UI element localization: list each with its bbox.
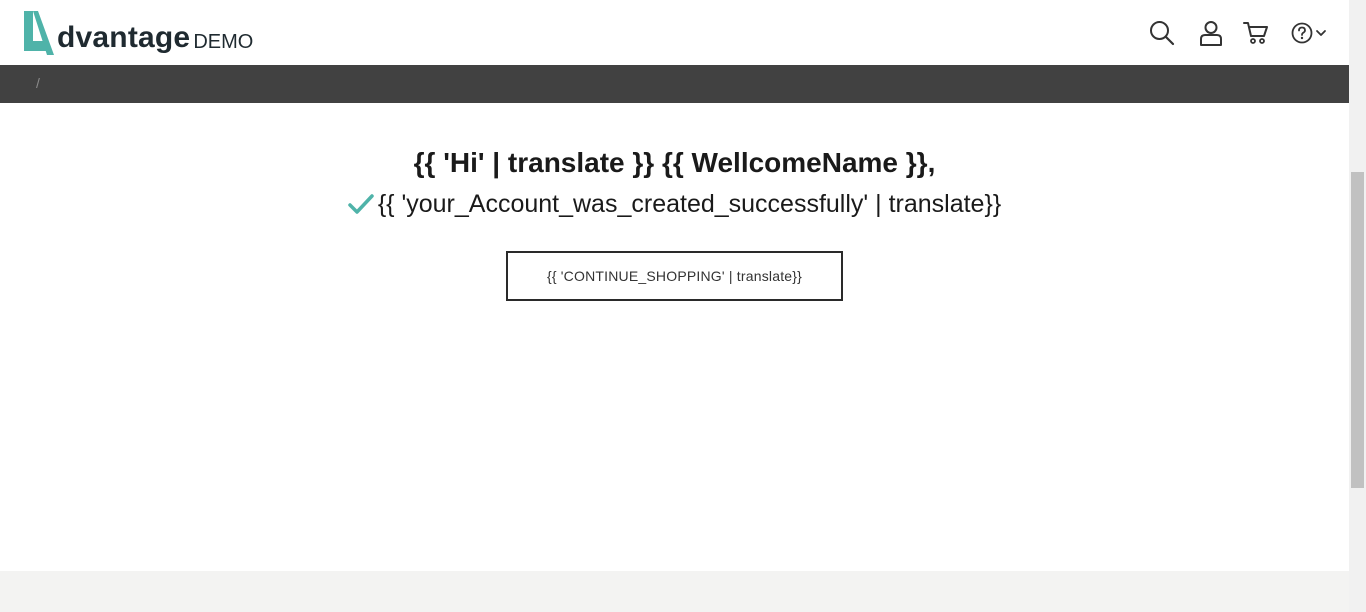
help-menu[interactable] xyxy=(1291,22,1327,44)
success-message-row: {{ 'your_Account_was_created_successfull… xyxy=(0,187,1349,221)
check-icon xyxy=(348,194,374,214)
success-message: {{ 'your_Account_was_created_successfull… xyxy=(377,190,1002,218)
user-icon[interactable] xyxy=(1199,20,1223,46)
logo-suffix: DEMO xyxy=(193,31,254,53)
header: dvantage DEMO xyxy=(0,0,1349,65)
page: dvantage DEMO / {{'Hi' | translate}} {… xyxy=(0,0,1366,612)
footer xyxy=(0,571,1349,612)
greeting-heading: {{ 'Hi' | translate }} {{ WellcomeName }… xyxy=(413,147,936,178)
breadcrumb-separator: / xyxy=(36,75,40,91)
logo-text: dvantage xyxy=(57,21,191,54)
header-toolbar xyxy=(1149,18,1327,48)
vertical-scrollbar[interactable] xyxy=(1349,0,1366,612)
main-content: {{ 'Hi' | translate }} {{ WellcomeName }… xyxy=(0,103,1349,571)
cart-icon[interactable] xyxy=(1243,20,1269,46)
chevron-down-icon xyxy=(1316,30,1326,36)
logo-mark-icon xyxy=(24,11,54,55)
scrollbar-thumb[interactable] xyxy=(1351,172,1364,488)
search-icon[interactable] xyxy=(1149,20,1175,46)
breadcrumb: / xyxy=(0,65,1349,103)
logo[interactable]: dvantage DEMO xyxy=(22,9,253,55)
continue-shopping-button[interactable]: {{ 'CONTINUE_SHOPPING' | translate}} xyxy=(506,251,843,301)
help-icon xyxy=(1291,22,1313,44)
